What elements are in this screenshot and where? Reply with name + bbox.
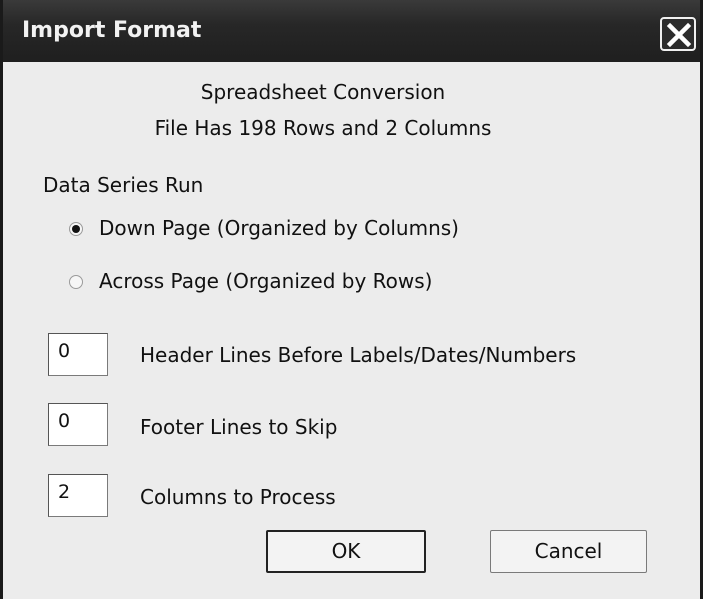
radio-across-page[interactable] <box>69 275 83 289</box>
header-lines-input[interactable]: 0 <box>48 333 108 376</box>
header-lines-value: 0 <box>58 340 71 362</box>
footer-lines-label: Footer Lines to Skip <box>140 415 338 439</box>
columns-label: Columns to Process <box>140 485 336 509</box>
file-summary: File Has 198 Rows and 2 Columns <box>154 116 492 140</box>
conversion-heading: Spreadsheet Conversion <box>200 80 446 104</box>
dialog-title: Import Format <box>22 18 202 43</box>
close-button[interactable] <box>660 17 696 51</box>
header-lines-label: Header Lines Before Labels/Dates/Numbers <box>140 343 577 367</box>
cancel-button[interactable]: Cancel <box>490 530 647 573</box>
columns-input[interactable]: 2 <box>48 474 108 517</box>
radio-down-page[interactable] <box>69 222 83 236</box>
radio-across-page-label[interactable]: Across Page (Organized by Rows) <box>99 269 432 293</box>
close-icon <box>666 22 692 48</box>
footer-lines-value: 0 <box>58 410 71 432</box>
title-bar[interactable]: Import Format <box>3 0 700 62</box>
columns-value: 2 <box>58 481 71 503</box>
import-format-dialog: Import Format Spreadsheet Conversion Fil… <box>0 0 703 599</box>
footer-lines-input[interactable]: 0 <box>48 403 108 446</box>
series-run-label: Data Series Run <box>43 173 204 197</box>
radio-down-page-label[interactable]: Down Page (Organized by Columns) <box>99 216 459 240</box>
ok-button[interactable]: OK <box>266 530 426 573</box>
